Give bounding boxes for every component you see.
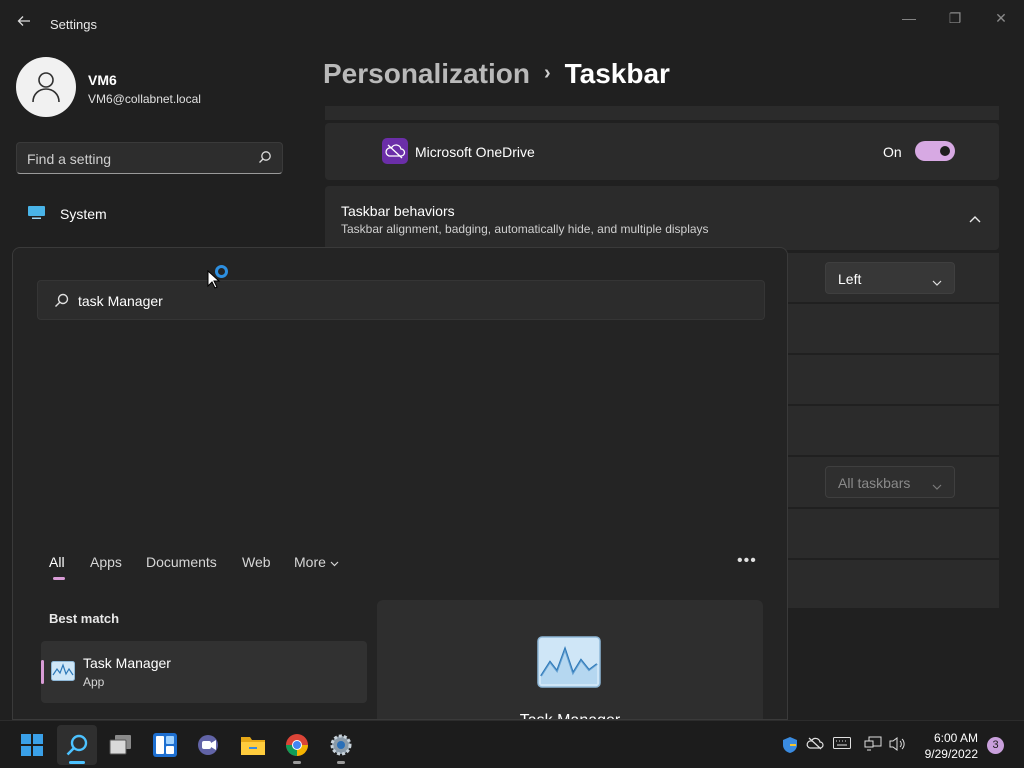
app-title: Settings xyxy=(50,17,97,32)
maximize-button[interactable]: ❐ xyxy=(932,4,978,32)
running-indicator xyxy=(293,761,301,764)
widgets-icon[interactable] xyxy=(145,725,185,765)
search-input[interactable] xyxy=(78,289,728,313)
active-tab-indicator xyxy=(53,577,65,580)
filter-tab-more-label: More xyxy=(294,554,326,570)
security-shield-icon[interactable] xyxy=(781,736,799,754)
chevron-down-icon xyxy=(330,561,339,567)
task-manager-large-icon xyxy=(537,636,601,688)
previous-card-edge xyxy=(325,106,999,120)
active-indicator xyxy=(69,761,85,764)
find-setting-placeholder: Find a setting xyxy=(27,151,112,167)
setting-row xyxy=(787,560,999,608)
busy-spinner-icon xyxy=(215,265,228,278)
search-icon[interactable] xyxy=(57,725,97,765)
multi-display-dropdown[interactable]: All taskbars xyxy=(825,466,955,498)
task-view-icon[interactable] xyxy=(101,725,141,765)
toggle-knob xyxy=(940,146,950,156)
windows-start-icon[interactable] xyxy=(12,725,52,765)
onedrive-icon xyxy=(382,138,408,164)
result-type: App xyxy=(83,675,105,689)
section-title: Taskbar behaviors xyxy=(341,203,455,219)
chevron-up-icon[interactable] xyxy=(969,210,981,228)
section-subtitle: Taskbar alignment, badging, automaticall… xyxy=(341,222,709,236)
keyboard-icon[interactable] xyxy=(833,736,851,754)
user-name: VM6 xyxy=(88,72,117,88)
clock-date: 9/29/2022 xyxy=(924,747,978,761)
onedrive-toggle[interactable] xyxy=(915,141,955,161)
network-icon[interactable] xyxy=(864,736,882,754)
volume-icon[interactable] xyxy=(889,736,907,754)
breadcrumb: Personalization › Taskbar xyxy=(323,58,670,94)
start-search-box[interactable] xyxy=(37,280,765,320)
setting-row xyxy=(787,406,999,455)
onedrive-label: Microsoft OneDrive xyxy=(415,144,535,160)
minimize-button[interactable]: — xyxy=(886,4,932,32)
title-bar: Settings — ❐ ✕ xyxy=(0,0,1024,48)
clock-time: 6:00 AM xyxy=(933,731,978,745)
file-explorer-icon[interactable] xyxy=(233,725,273,765)
filter-tab-documents[interactable]: Documents xyxy=(146,554,217,570)
close-button[interactable]: ✕ xyxy=(978,4,1024,32)
filter-tab-apps[interactable]: Apps xyxy=(90,554,122,570)
chevron-down-icon xyxy=(932,273,942,291)
filter-tab-web[interactable]: Web xyxy=(242,554,271,570)
setting-row xyxy=(787,304,999,353)
sidebar-item-label: System xyxy=(60,206,107,222)
search-flyout: All Apps Documents Web More ••• Best mat… xyxy=(12,247,788,720)
dropdown-value: Left xyxy=(838,271,862,287)
task-manager-icon xyxy=(51,661,75,681)
setting-row xyxy=(787,509,999,558)
chrome-icon[interactable] xyxy=(277,725,317,765)
search-result-item[interactable]: Task Manager App xyxy=(41,641,367,703)
chevron-right-icon: › xyxy=(543,62,551,84)
user-icon xyxy=(32,72,60,103)
taskbar-behaviors-header[interactable]: Taskbar behaviors Taskbar alignment, bad… xyxy=(325,186,999,250)
breadcrumb-parent[interactable]: Personalization xyxy=(323,58,530,89)
search-icon xyxy=(54,293,69,313)
sidebar-item-system[interactable]: System xyxy=(16,196,283,232)
preview-title: Task Manager xyxy=(377,712,763,719)
toggle-state-label: On xyxy=(883,144,902,160)
running-indicator xyxy=(337,761,345,764)
avatar[interactable] xyxy=(16,57,76,117)
onedrive-row: Microsoft OneDrive On xyxy=(325,123,999,180)
page-title: Taskbar xyxy=(564,58,670,89)
user-email: VM6@collabnet.local xyxy=(88,92,201,106)
more-options-button[interactable]: ••• xyxy=(737,552,757,570)
notification-badge[interactable]: 3 xyxy=(987,737,1004,754)
clock[interactable]: 6:00 AM 9/29/2022 xyxy=(916,730,978,762)
find-setting-input[interactable]: Find a setting xyxy=(16,142,283,174)
result-name: Task Manager xyxy=(83,655,171,671)
settings-gear-icon[interactable] xyxy=(321,725,361,765)
teams-chat-icon[interactable] xyxy=(189,725,229,765)
chevron-down-icon xyxy=(932,477,942,495)
dropdown-value: All taskbars xyxy=(838,475,911,491)
alignment-dropdown[interactable]: Left xyxy=(825,262,955,294)
back-arrow-icon[interactable] xyxy=(12,12,36,36)
onedrive-cloud-icon[interactable] xyxy=(806,736,824,754)
selection-accent xyxy=(41,660,44,684)
filter-tab-all[interactable]: All xyxy=(49,554,65,570)
result-preview-pane: Task Manager xyxy=(377,600,763,719)
setting-row xyxy=(787,355,999,404)
filter-tab-more[interactable]: More xyxy=(294,554,339,570)
monitor-icon xyxy=(28,206,45,219)
search-icon xyxy=(258,150,272,169)
taskbar: 6:00 AM 9/29/2022 3 xyxy=(0,720,1024,768)
best-match-heading: Best match xyxy=(49,611,120,626)
